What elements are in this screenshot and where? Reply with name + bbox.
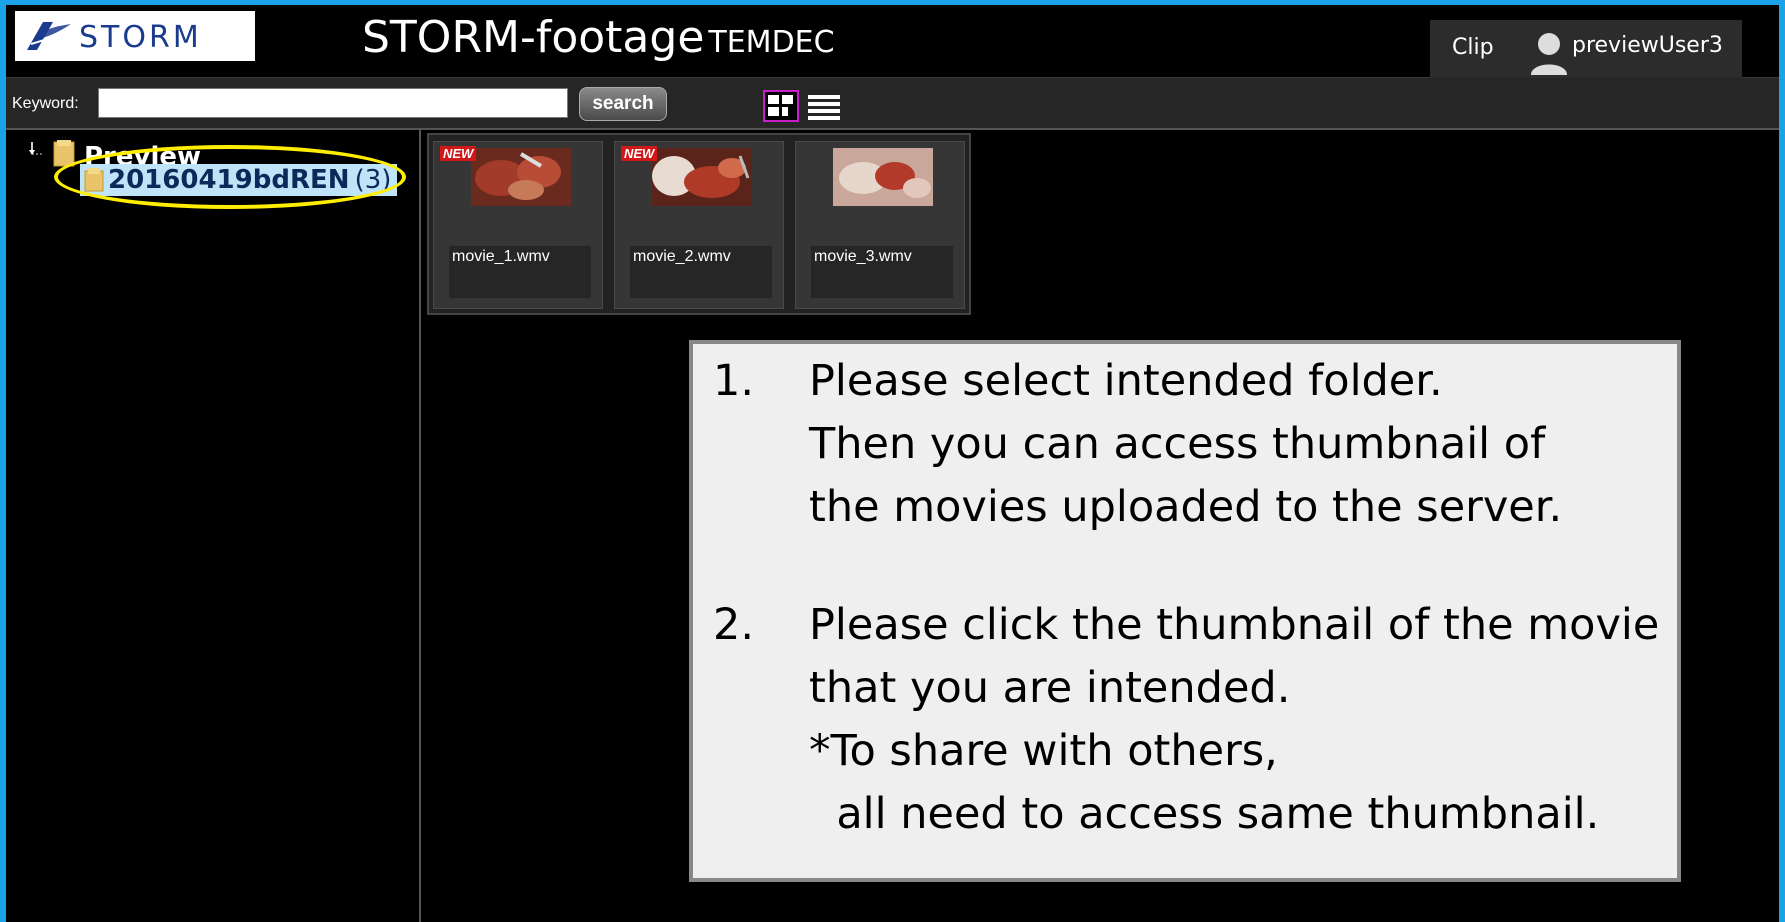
user-name[interactable]: previewUser3 [1572, 33, 1723, 58]
logo-text: STORM [79, 20, 202, 55]
tree-expander-icon [29, 140, 75, 167]
new-badge: NEW [440, 146, 477, 161]
search-toolbar: Keyword: search [6, 78, 1779, 130]
search-input[interactable] [98, 88, 568, 118]
list-view-button[interactable] [807, 92, 841, 122]
thumbnail-name: movie_3.wmv [814, 248, 912, 265]
folder-icon [84, 168, 104, 192]
instruction-line: Please click the thumbnail of the movie [809, 600, 1660, 650]
step-number: 1. [713, 356, 755, 406]
keyword-label: Keyword: [12, 95, 79, 112]
folder-tree: Preview 20160419bdREN (3) [6, 130, 421, 922]
movie-preview-image [471, 148, 571, 206]
user-avatar-icon [1531, 33, 1567, 75]
movie-preview-image [833, 148, 933, 206]
app-subtitle: TEMDEC [708, 25, 835, 60]
movie-preview-image [652, 148, 752, 206]
thumbnail-name: movie_1.wmv [452, 248, 550, 265]
header: STORM STORM-footage TEMDEC Clip previewUs… [6, 5, 1779, 79]
app-window: STORM STORM-footage TEMDEC Clip previewUs… [6, 5, 1779, 922]
thumbnail-view-button[interactable] [763, 90, 799, 122]
movie-thumbnail[interactable]: NEW movie_2.wmv [614, 141, 784, 309]
instruction-line: that you are intended. [809, 663, 1291, 713]
search-button[interactable]: search [579, 87, 667, 121]
instruction-line: *To share with others, [809, 726, 1278, 776]
step-number: 2. [713, 600, 755, 650]
storm-swoosh-icon [27, 22, 71, 50]
instruction-line: all need to access same thumbnail. [809, 789, 1600, 839]
list-view-icon [808, 95, 840, 120]
thumbnail-grid: NEW movie_1.wmv NEW movie_2.wmv movie_3.… [427, 133, 971, 315]
instruction-line: Then you can access thumbnail of [809, 419, 1546, 469]
folder-count: (3) [354, 165, 392, 195]
user-menu: Clip previewUser3 [1430, 20, 1742, 78]
movie-thumbnail[interactable]: NEW movie_1.wmv [433, 141, 603, 309]
storm-logo: STORM [15, 11, 255, 61]
app-title: STORM-footage TEMDEC [362, 12, 835, 63]
instruction-line: the movies uploaded to the server. [809, 482, 1563, 532]
movie-thumbnail[interactable]: movie_3.wmv [795, 141, 965, 309]
instruction-callout: 1. Please select intended folder. Then y… [689, 340, 1681, 882]
clip-link[interactable]: Clip [1452, 35, 1494, 60]
thumbnail-name: movie_2.wmv [633, 248, 731, 265]
app-title-main: STORM-footage [362, 12, 705, 63]
folder-label: 20160419bdREN [108, 165, 350, 195]
tree-node-folder[interactable]: 20160419bdREN (3) [80, 164, 398, 196]
instruction-line: Please select intended folder. [809, 356, 1443, 406]
new-badge: NEW [621, 146, 658, 161]
grid-view-icon [768, 95, 793, 116]
